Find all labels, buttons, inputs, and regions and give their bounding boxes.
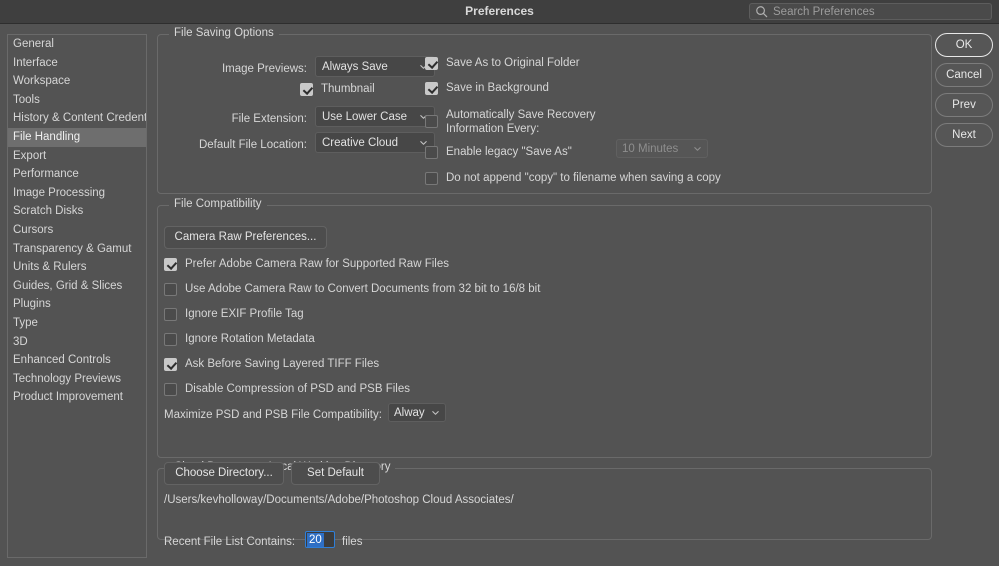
prefer-acr-label: Prefer Adobe Camera Raw for Supported Ra… <box>185 258 449 271</box>
ignore-rotation-label: Ignore Rotation Metadata <box>185 333 315 346</box>
disable-compression-checkbox[interactable] <box>164 383 177 396</box>
preferences-category-list[interactable]: General Interface Workspace Tools Histor… <box>7 34 147 558</box>
enable-legacy-save-as-row[interactable]: Enable legacy "Save As" <box>425 146 572 159</box>
ok-button[interactable]: OK <box>935 33 993 57</box>
recent-file-list-input[interactable]: 20 <box>305 531 335 548</box>
preferences-content-pane: File Saving Options Image Previews: Alwa… <box>157 30 932 560</box>
file-extension-label: File Extension: <box>177 112 307 126</box>
sidebar-item-file-handling[interactable]: File Handling <box>8 128 146 147</box>
auto-save-recovery-label: Automatically Save Recovery Information … <box>446 108 621 136</box>
sidebar-item-tools[interactable]: Tools <box>8 91 146 110</box>
no-append-copy-label: Do not append "copy" to filename when sa… <box>446 172 721 185</box>
sidebar-item-performance[interactable]: Performance <box>8 165 146 184</box>
save-as-original-folder-row[interactable]: Save As to Original Folder <box>425 57 580 70</box>
choose-directory-button[interactable]: Choose Directory... <box>164 462 284 485</box>
auto-save-recovery-row[interactable]: Automatically Save Recovery Information … <box>425 108 625 136</box>
image-previews-select[interactable]: Always Save <box>315 56 435 77</box>
no-append-copy-checkbox[interactable] <box>425 172 438 185</box>
sidebar-item-units-rulers[interactable]: Units & Rulers <box>8 258 146 277</box>
search-preferences-field[interactable]: Search Preferences <box>749 3 992 20</box>
ask-before-tiff-row[interactable]: Ask Before Saving Layered TIFF Files <box>164 358 379 371</box>
maximize-compatibility-label: Maximize PSD and PSB File Compatibility: <box>164 408 382 422</box>
sidebar-item-interface[interactable]: Interface <box>8 54 146 73</box>
default-file-location-value: Creative Cloud <box>322 137 413 149</box>
ignore-rotation-checkbox[interactable] <box>164 333 177 346</box>
search-placeholder: Search Preferences <box>773 6 875 18</box>
thumbnail-checkbox[interactable] <box>300 83 313 96</box>
sidebar-item-plugins[interactable]: Plugins <box>8 295 146 314</box>
disable-compression-label: Disable Compression of PSD and PSB Files <box>185 383 410 396</box>
search-icon <box>755 5 768 18</box>
auto-save-recovery-interval-value: 10 Minutes <box>622 143 687 155</box>
auto-save-recovery-interval-select[interactable]: 10 Minutes <box>616 139 708 158</box>
thumbnail-label: Thumbnail <box>321 83 375 96</box>
prefer-acr-checkbox[interactable] <box>164 258 177 271</box>
cancel-button[interactable]: Cancel <box>935 63 993 87</box>
image-previews-label: Image Previews: <box>177 62 307 76</box>
next-button[interactable]: Next <box>935 123 993 147</box>
sidebar-item-general[interactable]: General <box>8 35 146 54</box>
save-as-original-folder-label: Save As to Original Folder <box>446 57 580 70</box>
file-saving-options-title: File Saving Options <box>169 27 279 39</box>
save-in-background-row[interactable]: Save in Background <box>425 82 549 95</box>
recent-file-list-value: 20 <box>307 533 324 547</box>
cloud-working-directory-path: /Users/kevholloway/Documents/Adobe/Photo… <box>164 494 514 506</box>
recent-file-list-label: Recent File List Contains: <box>164 535 295 549</box>
sidebar-item-3d[interactable]: 3D <box>8 333 146 352</box>
chevron-down-icon <box>431 408 440 417</box>
ask-before-tiff-label: Ask Before Saving Layered TIFF Files <box>185 358 379 371</box>
save-in-background-label: Save in Background <box>446 82 549 95</box>
auto-save-recovery-checkbox[interactable] <box>425 115 438 128</box>
sidebar-item-scratch-disks[interactable]: Scratch Disks <box>8 202 146 221</box>
sidebar-item-image-processing[interactable]: Image Processing <box>8 184 146 203</box>
ignore-exif-checkbox[interactable] <box>164 308 177 321</box>
set-default-button[interactable]: Set Default <box>291 462 380 485</box>
file-extension-value: Use Lower Case <box>322 111 413 123</box>
ignore-exif-label: Ignore EXIF Profile Tag <box>185 308 304 321</box>
sidebar-item-history-content-credentials[interactable]: History & Content Credentials <box>8 109 146 128</box>
sidebar-item-enhanced-controls[interactable]: Enhanced Controls <box>8 351 146 370</box>
sidebar-item-product-improvement[interactable]: Product Improvement <box>8 388 146 407</box>
image-previews-value: Always Save <box>322 61 413 73</box>
maximize-compatibility-select[interactable]: Always <box>388 403 446 422</box>
prefer-acr-row[interactable]: Prefer Adobe Camera Raw for Supported Ra… <box>164 258 449 271</box>
sidebar-item-workspace[interactable]: Workspace <box>8 72 146 91</box>
sidebar-item-type[interactable]: Type <box>8 314 146 333</box>
recent-file-list-suffix: files <box>342 535 362 549</box>
enable-legacy-save-as-checkbox[interactable] <box>425 146 438 159</box>
dialog-action-buttons: OK Cancel Prev Next <box>935 33 993 153</box>
sidebar-item-guides-grid-slices[interactable]: Guides, Grid & Slices <box>8 277 146 296</box>
disable-compression-row[interactable]: Disable Compression of PSD and PSB Files <box>164 383 410 396</box>
save-as-original-folder-checkbox[interactable] <box>425 57 438 70</box>
default-file-location-select[interactable]: Creative Cloud <box>315 132 435 153</box>
default-file-location-label: Default File Location: <box>157 138 307 152</box>
chevron-down-icon <box>693 144 702 153</box>
no-append-copy-row[interactable]: Do not append "copy" to filename when sa… <box>425 172 721 185</box>
sidebar-item-transparency-gamut[interactable]: Transparency & Gamut <box>8 240 146 259</box>
maximize-compatibility-value: Always <box>394 407 425 419</box>
ask-before-tiff-checkbox[interactable] <box>164 358 177 371</box>
enable-legacy-save-as-label: Enable legacy "Save As" <box>446 146 572 159</box>
sidebar-item-cursors[interactable]: Cursors <box>8 221 146 240</box>
thumbnail-checkbox-row[interactable]: Thumbnail <box>300 83 375 96</box>
title-bar: Preferences Search Preferences <box>0 0 999 24</box>
use-acr-convert-row[interactable]: Use Adobe Camera Raw to Convert Document… <box>164 283 540 296</box>
sidebar-item-export[interactable]: Export <box>8 147 146 166</box>
save-in-background-checkbox[interactable] <box>425 82 438 95</box>
sidebar-item-technology-previews[interactable]: Technology Previews <box>8 370 146 389</box>
ignore-rotation-row[interactable]: Ignore Rotation Metadata <box>164 333 315 346</box>
ignore-exif-row[interactable]: Ignore EXIF Profile Tag <box>164 308 304 321</box>
file-compatibility-title: File Compatibility <box>169 198 267 210</box>
file-extension-select[interactable]: Use Lower Case <box>315 106 435 127</box>
use-acr-convert-checkbox[interactable] <box>164 283 177 296</box>
prev-button[interactable]: Prev <box>935 93 993 117</box>
use-acr-convert-label: Use Adobe Camera Raw to Convert Document… <box>185 283 540 296</box>
camera-raw-preferences-button[interactable]: Camera Raw Preferences... <box>164 226 327 249</box>
